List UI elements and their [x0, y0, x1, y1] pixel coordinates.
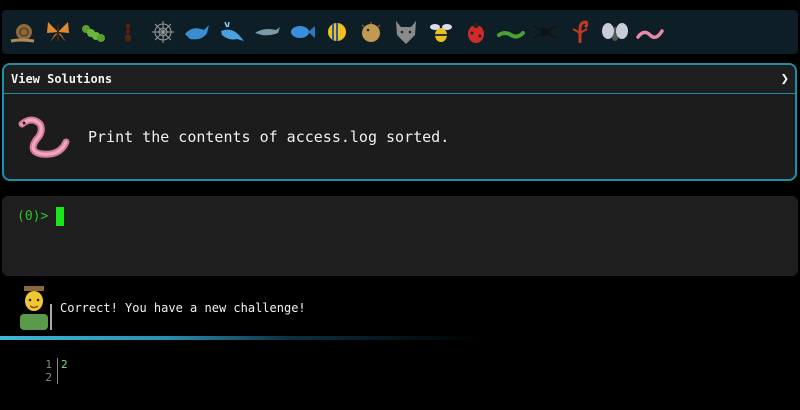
challenge-prompt: Print the contents of access.log sorted.: [88, 128, 450, 146]
creature-bar: [0, 0, 800, 58]
caterpillar-icon[interactable]: [76, 14, 111, 50]
prompt-label: (0)>: [17, 209, 49, 224]
dolphin-icon[interactable]: [250, 14, 285, 50]
output-panel: 1 2 2: [0, 352, 800, 410]
cursor: [56, 207, 65, 226]
farmer-avatar-icon: [20, 286, 52, 330]
line-number-gutter: 1 2: [30, 358, 58, 384]
spider-icon[interactable]: [528, 14, 563, 50]
ant-icon[interactable]: [110, 14, 145, 50]
ladybug-icon[interactable]: [458, 14, 493, 50]
challenge-body: Print the contents of access.log sorted.: [4, 94, 795, 179]
progress-bar: [0, 336, 800, 340]
progress-fill: [0, 336, 480, 340]
terminal-input[interactable]: (0)>: [2, 196, 798, 276]
creature-strip: [2, 10, 798, 54]
bee-icon[interactable]: [424, 14, 459, 50]
line-number: 2: [45, 371, 52, 384]
view-solutions-toggle[interactable]: View Solutions ❯: [4, 65, 795, 94]
scorpion-icon[interactable]: [563, 14, 598, 50]
feedback-message: Correct! You have a new challenge!: [60, 301, 306, 315]
butterfly-icon[interactable]: [41, 14, 76, 50]
output-line: 2: [61, 358, 68, 371]
chevron-right-icon[interactable]: ❯: [781, 71, 789, 87]
worm-pink-icon[interactable]: [632, 14, 667, 50]
worm-mascot-icon: [18, 116, 70, 158]
view-solutions-label: View Solutions: [11, 72, 113, 86]
feedback-row: Correct! You have a new challenge!: [0, 283, 800, 333]
whale-icon[interactable]: [180, 14, 215, 50]
spouting-whale-icon[interactable]: [215, 14, 250, 50]
wolf-icon[interactable]: [389, 14, 424, 50]
blowfish-icon[interactable]: [354, 14, 389, 50]
worm-icon[interactable]: [493, 14, 528, 50]
spider-web-icon[interactable]: [145, 14, 180, 50]
output-lines: 2: [61, 358, 68, 384]
fish-icon[interactable]: [284, 14, 319, 50]
snail-icon[interactable]: [6, 14, 41, 50]
challenge-panel: View Solutions ❯ Print the contents of a…: [2, 63, 797, 181]
line-number: 1: [45, 358, 52, 371]
terminal-prompt: (0)>: [17, 207, 65, 226]
tropical-fish-icon[interactable]: [319, 14, 354, 50]
fly-icon[interactable]: [598, 14, 633, 50]
